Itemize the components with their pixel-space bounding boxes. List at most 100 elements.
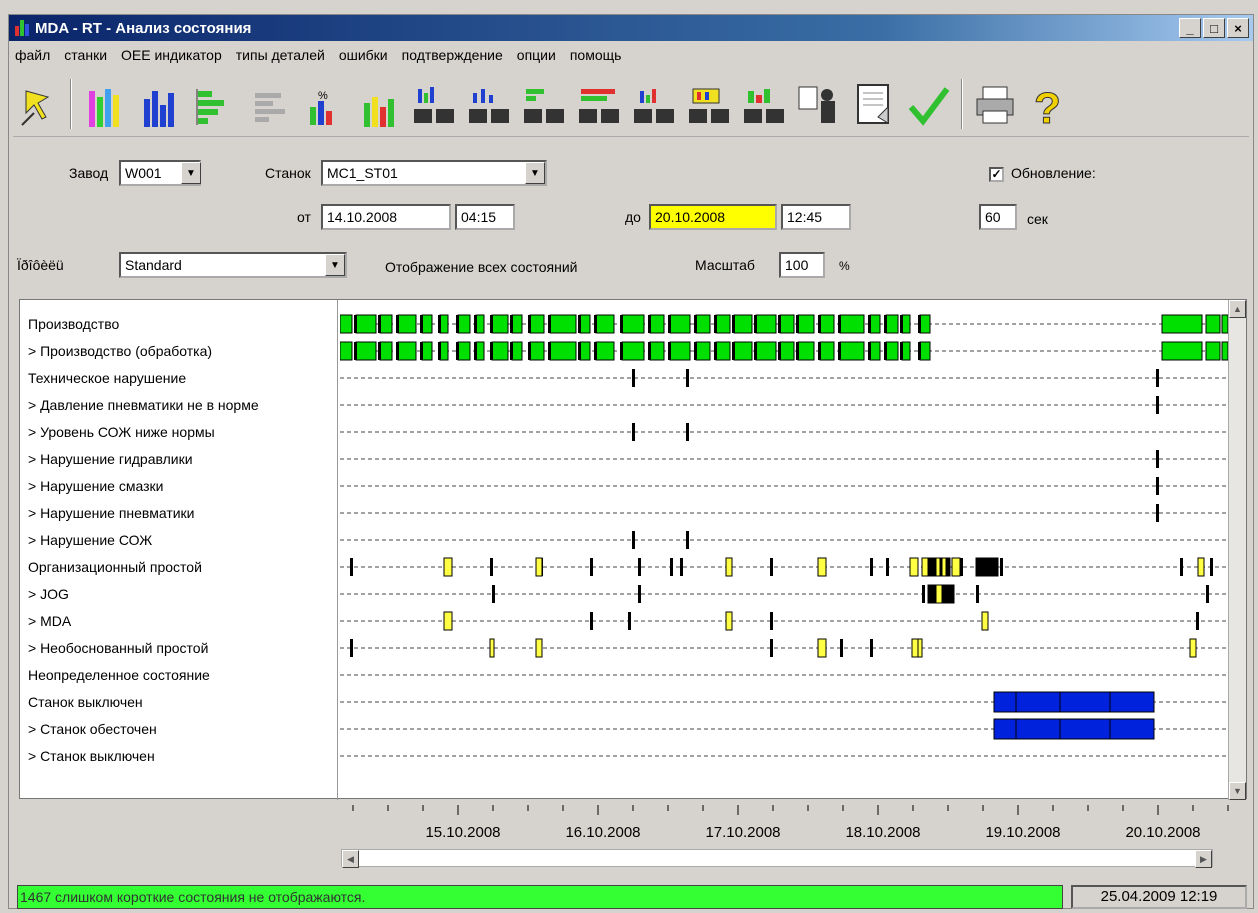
state-tick — [490, 342, 493, 360]
person-board-icon[interactable] — [796, 81, 842, 127]
document-icon[interactable] — [851, 81, 897, 127]
state-tick — [694, 315, 697, 333]
vertical-scrollbar[interactable]: ▲ ▼ — [1228, 300, 1246, 800]
horizontal-bars-icon[interactable] — [191, 81, 237, 127]
state-segment — [941, 557, 947, 577]
time-axis: 15.10.2008 16.10.2008 17.10.2008 18.10.2008… — [352, 805, 1229, 841]
menu-options[interactable]: опции — [517, 47, 556, 63]
row-label-machine-unpowered: > Станок обесточен — [28, 721, 157, 737]
state-segment — [993, 691, 1155, 713]
state-tick — [490, 315, 493, 333]
help-icon[interactable]: ? — [1027, 81, 1073, 127]
state-segment — [669, 314, 691, 334]
state-segment — [549, 314, 577, 334]
confirm-check-icon[interactable] — [906, 81, 952, 127]
state-tick — [670, 558, 673, 576]
state-tick — [490, 558, 493, 576]
row-label-technical-fault: Техническое нарушение — [28, 370, 187, 386]
state-tick — [1206, 585, 1209, 603]
state-segment — [797, 314, 815, 334]
toolbar-separator — [70, 78, 72, 129]
state-segment — [649, 314, 665, 334]
state-tick — [594, 342, 597, 360]
chevron-down-icon[interactable]: ▼ — [325, 254, 345, 276]
machines-report-1-icon[interactable] — [411, 81, 457, 127]
minimize-button[interactable]: _ — [1179, 18, 1201, 38]
from-time-input[interactable]: 04:15 — [455, 204, 515, 230]
menu-machines[interactable]: станки — [64, 47, 107, 63]
state-segment — [779, 314, 795, 334]
state-tick — [694, 342, 697, 360]
machines-report-4-icon[interactable] — [576, 81, 622, 127]
pointer-icon[interactable] — [15, 81, 61, 127]
menu-part-types[interactable]: типы деталей — [236, 47, 325, 63]
state-segment — [819, 341, 835, 361]
state-segment — [1197, 557, 1205, 577]
state-tick — [754, 342, 757, 360]
state-tick — [900, 342, 903, 360]
menu-errors[interactable]: ошибки — [339, 47, 388, 63]
from-label: от — [297, 209, 311, 225]
refresh-checkbox[interactable]: ✓ — [989, 167, 1004, 182]
state-segment — [755, 341, 777, 361]
scroll-left-arrow-icon[interactable]: ◀ — [342, 850, 359, 868]
from-date-input[interactable]: 14.10.2008 — [321, 204, 451, 230]
state-tick — [870, 558, 873, 576]
machines-report-3-icon[interactable] — [521, 81, 567, 127]
state-segment — [715, 341, 731, 361]
percent-bars-icon[interactable]: % — [301, 81, 347, 127]
to-date-input[interactable]: 20.10.2008 — [649, 204, 777, 230]
menu-help[interactable]: помощь — [570, 47, 622, 63]
close-button[interactable]: × — [1227, 18, 1249, 38]
row-label-hydraulics-fault: > Нарушение гидравлики — [28, 451, 193, 467]
profile-select[interactable]: Standard — [119, 252, 347, 278]
multicolor-bars-icon[interactable] — [81, 81, 127, 127]
state-segment — [819, 314, 835, 334]
scroll-down-arrow-icon[interactable]: ▼ — [1229, 782, 1246, 800]
state-tick — [396, 315, 399, 333]
to-time-input[interactable]: 12:45 — [781, 204, 851, 230]
state-tick — [976, 585, 979, 603]
yellow-green-bars-icon[interactable] — [356, 81, 402, 127]
window-title: MDA - RT - Анализ состояния — [35, 19, 252, 37]
state-segment — [443, 611, 453, 631]
row-label-jog: > JOG — [28, 586, 69, 602]
state-segment — [511, 341, 523, 361]
state-timeline-panel: Производство > Производство (обработка) … — [19, 299, 1247, 800]
state-segment — [491, 341, 509, 361]
scale-input[interactable]: 100 — [779, 252, 825, 278]
row-label-coolant-level: > Уровень СОЖ ниже нормы — [28, 424, 215, 440]
toolbar: % ? — [13, 71, 1249, 137]
horizontal-scrollbar[interactable]: ◀ ▶ — [341, 849, 1213, 868]
menu-confirmation[interactable]: подтверждение — [402, 47, 503, 63]
state-segment — [935, 584, 943, 604]
machine-select[interactable]: MC1_ST01 — [321, 160, 547, 186]
state-segment — [397, 341, 417, 361]
scroll-up-arrow-icon[interactable]: ▲ — [1229, 300, 1246, 318]
menu-oee-indicator[interactable]: ОЕЕ индикатор — [121, 47, 222, 63]
refresh-interval-input[interactable]: 60 — [979, 204, 1017, 230]
state-segment — [869, 341, 881, 361]
print-icon[interactable] — [972, 81, 1018, 127]
chevron-down-icon[interactable]: ▼ — [525, 162, 545, 184]
axis-date-label: 16.10.2008 — [565, 824, 640, 841]
menu-bar: файл станки ОЕЕ индикатор типы деталей о… — [15, 43, 621, 67]
scroll-right-arrow-icon[interactable]: ▶ — [1195, 850, 1212, 868]
gray-bars-icon[interactable] — [246, 81, 292, 127]
row-label-pneumatics-fault: > Нарушение пневматики — [28, 505, 195, 521]
menu-file[interactable]: файл — [15, 47, 50, 63]
state-tick — [632, 423, 635, 441]
machines-report-6-icon[interactable] — [686, 81, 732, 127]
machines-report-5-icon[interactable] — [631, 81, 677, 127]
state-segment — [421, 314, 433, 334]
state-tick — [732, 315, 735, 333]
state-tick — [548, 315, 551, 333]
state-segment — [457, 314, 471, 334]
blue-bars-icon[interactable] — [136, 81, 182, 127]
chevron-down-icon[interactable]: ▼ — [181, 162, 201, 184]
machines-report-2-icon[interactable] — [466, 81, 512, 127]
machines-report-7-icon[interactable] — [741, 81, 787, 127]
refresh-unit-label: сек — [1027, 211, 1048, 227]
maximize-button[interactable]: □ — [1203, 18, 1225, 38]
state-tick — [548, 342, 551, 360]
